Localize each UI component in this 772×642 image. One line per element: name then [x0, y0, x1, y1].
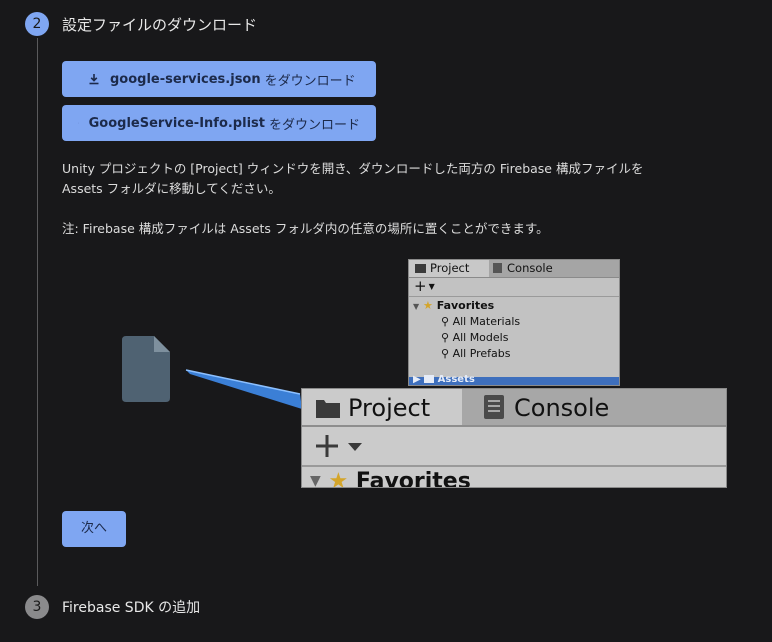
- console-icon: [493, 263, 502, 273]
- favorites-item: ⚲ All Prefabs: [441, 347, 511, 360]
- search-icon: ⚲: [441, 315, 450, 328]
- unity-project-panel: Project Console + ▼ ▼ ★ Favorites ⚲ All M…: [408, 259, 620, 386]
- folder-icon: [316, 400, 340, 418]
- favorites-row: ▼ ★ Favorites: [413, 299, 495, 312]
- tab-label: Project: [430, 261, 470, 275]
- add-icon: [316, 435, 362, 457]
- folder-icon: [415, 264, 426, 273]
- unity-tab-bar: Project Console: [409, 260, 619, 278]
- tab-console: Console: [491, 260, 591, 277]
- next-button[interactable]: 次へ: [62, 511, 126, 547]
- unity-tab-bar: Project Console: [302, 389, 726, 427]
- expand-arrow-icon: ▼: [310, 473, 321, 488]
- star-icon: ★: [328, 469, 349, 488]
- favorites-row: ▼ ★ Favorites: [310, 469, 471, 488]
- tab-label: Console: [514, 394, 610, 422]
- folder-icon: [424, 375, 435, 383]
- tab-console: Console: [466, 389, 726, 425]
- add-icon: + ▼: [414, 277, 435, 295]
- tab-label: Project: [348, 394, 431, 422]
- unity-project-panel-zoomed: Project Console ▼ ★ Favorites: [301, 388, 727, 488]
- star-icon: ★: [423, 299, 433, 312]
- search-icon: ⚲: [441, 331, 450, 344]
- favorites-item: ⚲ All Models: [441, 331, 509, 344]
- step-title: Firebase SDK の追加: [62, 600, 201, 616]
- favorites-item: ⚲ All Materials: [441, 315, 521, 328]
- tab-project: Project: [409, 260, 489, 277]
- tab-project: Project: [302, 389, 462, 425]
- step-number-badge: 3: [25, 595, 49, 619]
- search-icon: ⚲: [441, 347, 450, 360]
- toolbar-divider: [302, 465, 726, 467]
- toolbar-divider: [409, 296, 619, 297]
- file-icon: [122, 336, 170, 402]
- console-icon: [484, 395, 504, 419]
- tab-label: Console: [507, 261, 553, 275]
- expand-arrow-icon: ▼: [413, 302, 420, 311]
- assets-row: ▶ Assets: [409, 374, 619, 385]
